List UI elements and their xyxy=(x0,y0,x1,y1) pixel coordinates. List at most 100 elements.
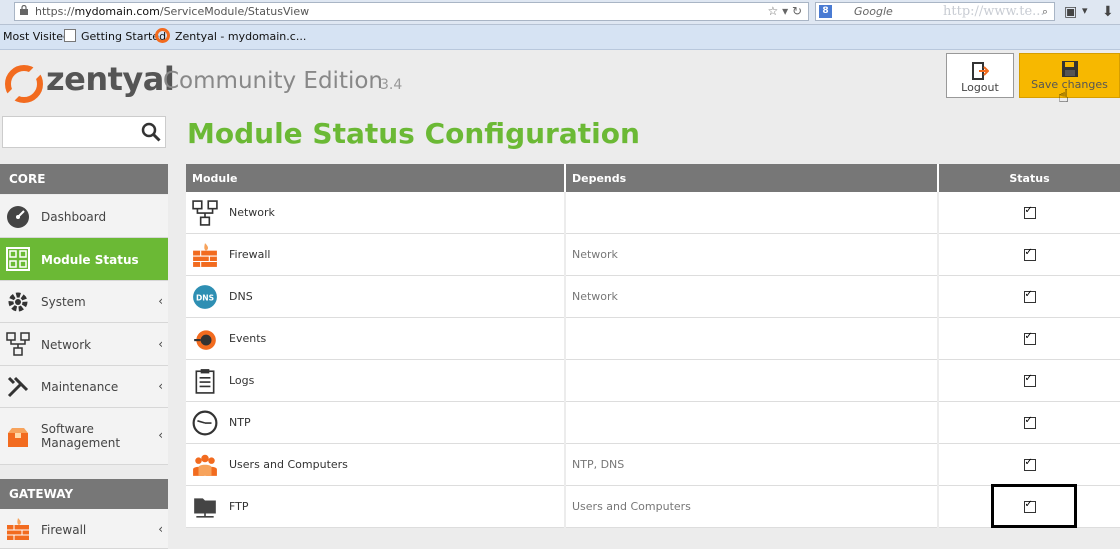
download-icon[interactable]: ⬇ xyxy=(1102,4,1114,20)
module-name: Logs xyxy=(229,374,255,387)
logout-button[interactable]: Logout xyxy=(946,53,1014,98)
status-checkbox[interactable] xyxy=(1023,499,1036,513)
bookmark-most-visited[interactable]: Most Visited xyxy=(3,25,70,49)
table-header-row: Module Depends Status xyxy=(186,164,1120,192)
save-icon xyxy=(1061,61,1078,77)
address-bar[interactable]: https://mydomain.com/ServiceModule/Statu… xyxy=(14,2,809,21)
sidebar-item-system[interactable]: System ‹ xyxy=(0,281,168,323)
package-icon xyxy=(8,428,28,447)
search-icon[interactable] xyxy=(141,122,161,142)
logs-icon xyxy=(195,369,215,394)
sidebar-item-software-management[interactable]: Software Management ‹ xyxy=(0,408,168,465)
bookmarks-icon[interactable]: ▣ xyxy=(1064,4,1077,20)
hand-cursor-icon: ☝ xyxy=(1058,86,1069,107)
url-scheme: https:// xyxy=(35,5,75,18)
chevron-left-icon: ‹ xyxy=(158,428,163,442)
logout-icon xyxy=(972,62,989,80)
gear-icon xyxy=(8,292,28,312)
table-row: NTP xyxy=(186,401,1120,444)
lock-icon xyxy=(20,5,28,15)
depends-cell xyxy=(565,359,939,402)
chevron-left-icon: ‹ xyxy=(158,379,163,393)
sidebar-item-dashboard[interactable]: Dashboard xyxy=(0,195,168,238)
column-header-depends: Depends xyxy=(565,164,939,192)
module-cell: Users and Computers xyxy=(186,443,566,486)
module-cell: Network xyxy=(186,192,566,234)
depends-cell: NTP, DNS xyxy=(565,443,939,486)
bookmark-zentyal[interactable]: Zentyal - mydomain.c... xyxy=(155,25,306,49)
network-icon xyxy=(6,332,30,356)
status-checkbox[interactable] xyxy=(1023,457,1036,471)
status-checkbox[interactable] xyxy=(1023,289,1036,303)
depends-cell xyxy=(565,317,939,360)
status-cell xyxy=(938,317,1120,360)
sidebar-item-firewall[interactable]: Firewall ‹ xyxy=(0,509,168,549)
table-row: Events xyxy=(186,317,1120,360)
users-icon xyxy=(193,454,217,476)
dropdown-arrow-icon[interactable]: ▾ xyxy=(1082,4,1088,17)
status-checkbox[interactable] xyxy=(1023,247,1036,261)
events-icon xyxy=(194,330,216,350)
module-status-table: Module Depends Status Network Firewall N… xyxy=(186,164,1120,528)
version-label: 3.4 xyxy=(380,77,403,93)
chevron-left-icon: ‹ xyxy=(158,522,163,536)
module-name: NTP xyxy=(229,416,251,429)
url-controls[interactable]: ☆ ▾ ↻ xyxy=(768,3,802,20)
module-cell: DNS DNS xyxy=(186,275,566,318)
column-header-module: Module xyxy=(186,164,566,192)
core-section-header: CORE xyxy=(0,164,168,194)
sidebar-item-module-status[interactable]: Module Status xyxy=(0,238,168,281)
depends-cell xyxy=(565,192,939,234)
page-title: Module Status Configuration xyxy=(187,117,640,150)
sidebar-search-input[interactable] xyxy=(2,116,166,148)
browser-toolbar: https://mydomain.com/ServiceModule/Statu… xyxy=(0,0,1120,25)
watermark-text: http://www.te... xyxy=(943,4,1045,19)
sidebar-item-maintenance[interactable]: Maintenance ‹ xyxy=(0,366,168,408)
module-cell: Logs xyxy=(186,359,566,402)
table-row: FTP Users and Computers xyxy=(186,485,1120,528)
bookmarks-bar: Most Visited Getting Started Zentyal - m… xyxy=(0,25,1120,50)
dashboard-icon xyxy=(7,206,29,228)
table-row: Users and Computers NTP, DNS xyxy=(186,443,1120,486)
status-checkbox[interactable] xyxy=(1023,415,1036,429)
table-row: DNS DNS Network xyxy=(186,275,1120,318)
tools-icon xyxy=(7,376,29,398)
status-checkbox[interactable] xyxy=(1023,205,1036,219)
module-name: DNS xyxy=(229,290,253,303)
dns-icon: DNS xyxy=(193,285,217,309)
zentyal-logo-icon xyxy=(155,28,170,43)
status-checkbox[interactable] xyxy=(1023,373,1036,387)
browser-search-placeholder: Google xyxy=(854,5,893,18)
module-name: Users and Computers xyxy=(229,458,348,471)
logout-label: Logout xyxy=(961,81,999,94)
status-cell xyxy=(938,401,1120,444)
chevron-left-icon: ‹ xyxy=(158,294,163,308)
depends-cell: Users and Computers xyxy=(565,485,939,528)
clock-icon xyxy=(192,410,218,436)
url-host: mydomain.com xyxy=(74,5,160,18)
module-cell: NTP xyxy=(186,401,566,444)
module-status-icon xyxy=(6,247,30,271)
depends-cell: Network xyxy=(565,233,939,276)
status-cell xyxy=(938,359,1120,402)
module-cell: FTP xyxy=(186,485,566,528)
gateway-section-header: GATEWAY xyxy=(0,479,168,509)
network-icon xyxy=(192,200,218,226)
module-cell: Events xyxy=(186,317,566,360)
table-row: Firewall Network xyxy=(186,233,1120,276)
status-cell xyxy=(938,443,1120,486)
page-icon xyxy=(64,29,76,42)
firewall-icon xyxy=(193,243,217,267)
status-checkbox[interactable] xyxy=(1023,331,1036,345)
google-icon: 8 xyxy=(819,5,832,18)
sidebar-item-network[interactable]: Network ‹ xyxy=(0,323,168,366)
status-cell xyxy=(938,233,1120,276)
bookmark-getting-started[interactable]: Getting Started xyxy=(64,25,166,49)
module-cell: Firewall xyxy=(186,233,566,276)
save-changes-button[interactable]: Save changes xyxy=(1019,53,1120,98)
column-header-status: Status xyxy=(938,164,1120,192)
ftp-icon xyxy=(194,498,216,518)
chevron-left-icon: ‹ xyxy=(158,337,163,351)
table-row: Logs xyxy=(186,359,1120,402)
save-label: Save changes xyxy=(1031,78,1108,91)
